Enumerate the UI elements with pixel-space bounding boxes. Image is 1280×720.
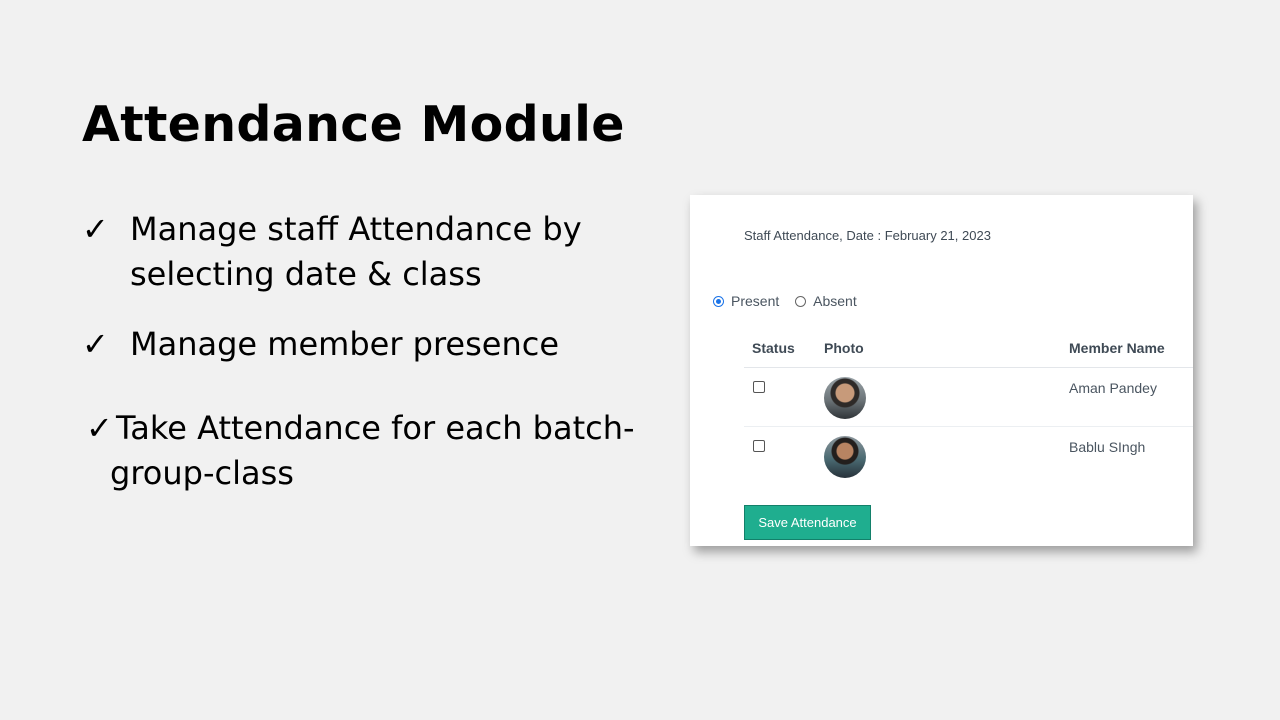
radio-button-icon[interactable] [795,295,807,307]
checkmark-icon: ✓ [82,210,109,248]
checkmark-icon: ✓ [86,409,113,447]
attendance-table: Status Photo Member Name Aman Pandey Bab… [744,333,1193,485]
status-checkbox[interactable] [753,440,765,452]
checkmark-icon: ✓ [82,325,109,363]
table-header: Status Photo Member Name [744,333,1193,368]
table-row: Bablu SIngh [744,427,1193,485]
bullet-member-presence: ✓ Manage member presence [82,322,642,368]
member-name: Aman Pandey [1069,380,1157,396]
status-checkbox[interactable] [753,381,765,393]
column-header-photo: Photo [824,340,864,356]
bullet-text-line2: group-class [110,454,294,492]
radio-absent-label: Absent [813,293,857,309]
radio-button-icon[interactable] [713,295,724,307]
bullet-manage-staff: ✓ Manage staff Attendance by selecting d… [82,207,642,303]
bullet-text-line2: selecting date & class [130,255,482,293]
avatar [824,377,866,419]
bullet-take-attendance: ✓ Take Attendance for each batch- group-… [86,406,646,502]
radio-present[interactable]: Present [713,293,779,309]
table-row: Aman Pandey [744,368,1193,427]
bullet-text-line1: Manage member presence [130,325,560,363]
attendance-heading: Staff Attendance, Date : February 21, 20… [744,228,991,243]
column-header-status: Status [752,340,795,356]
save-attendance-button[interactable]: Save Attendance [744,505,871,540]
column-header-member-name: Member Name [1069,340,1165,356]
radio-absent[interactable]: Absent [795,293,857,309]
avatar [824,436,866,478]
attendance-screenshot: Staff Attendance, Date : February 21, 20… [690,195,1193,546]
member-name: Bablu SIngh [1069,439,1146,455]
slide-title: Attendance Module [82,96,625,153]
attendance-status-radio-group: Present Absent [713,293,869,310]
radio-present-label: Present [731,293,780,309]
bullet-text-line1: Take Attendance for each batch- [116,409,635,447]
bullet-text-line1: Manage staff Attendance by [130,210,582,248]
